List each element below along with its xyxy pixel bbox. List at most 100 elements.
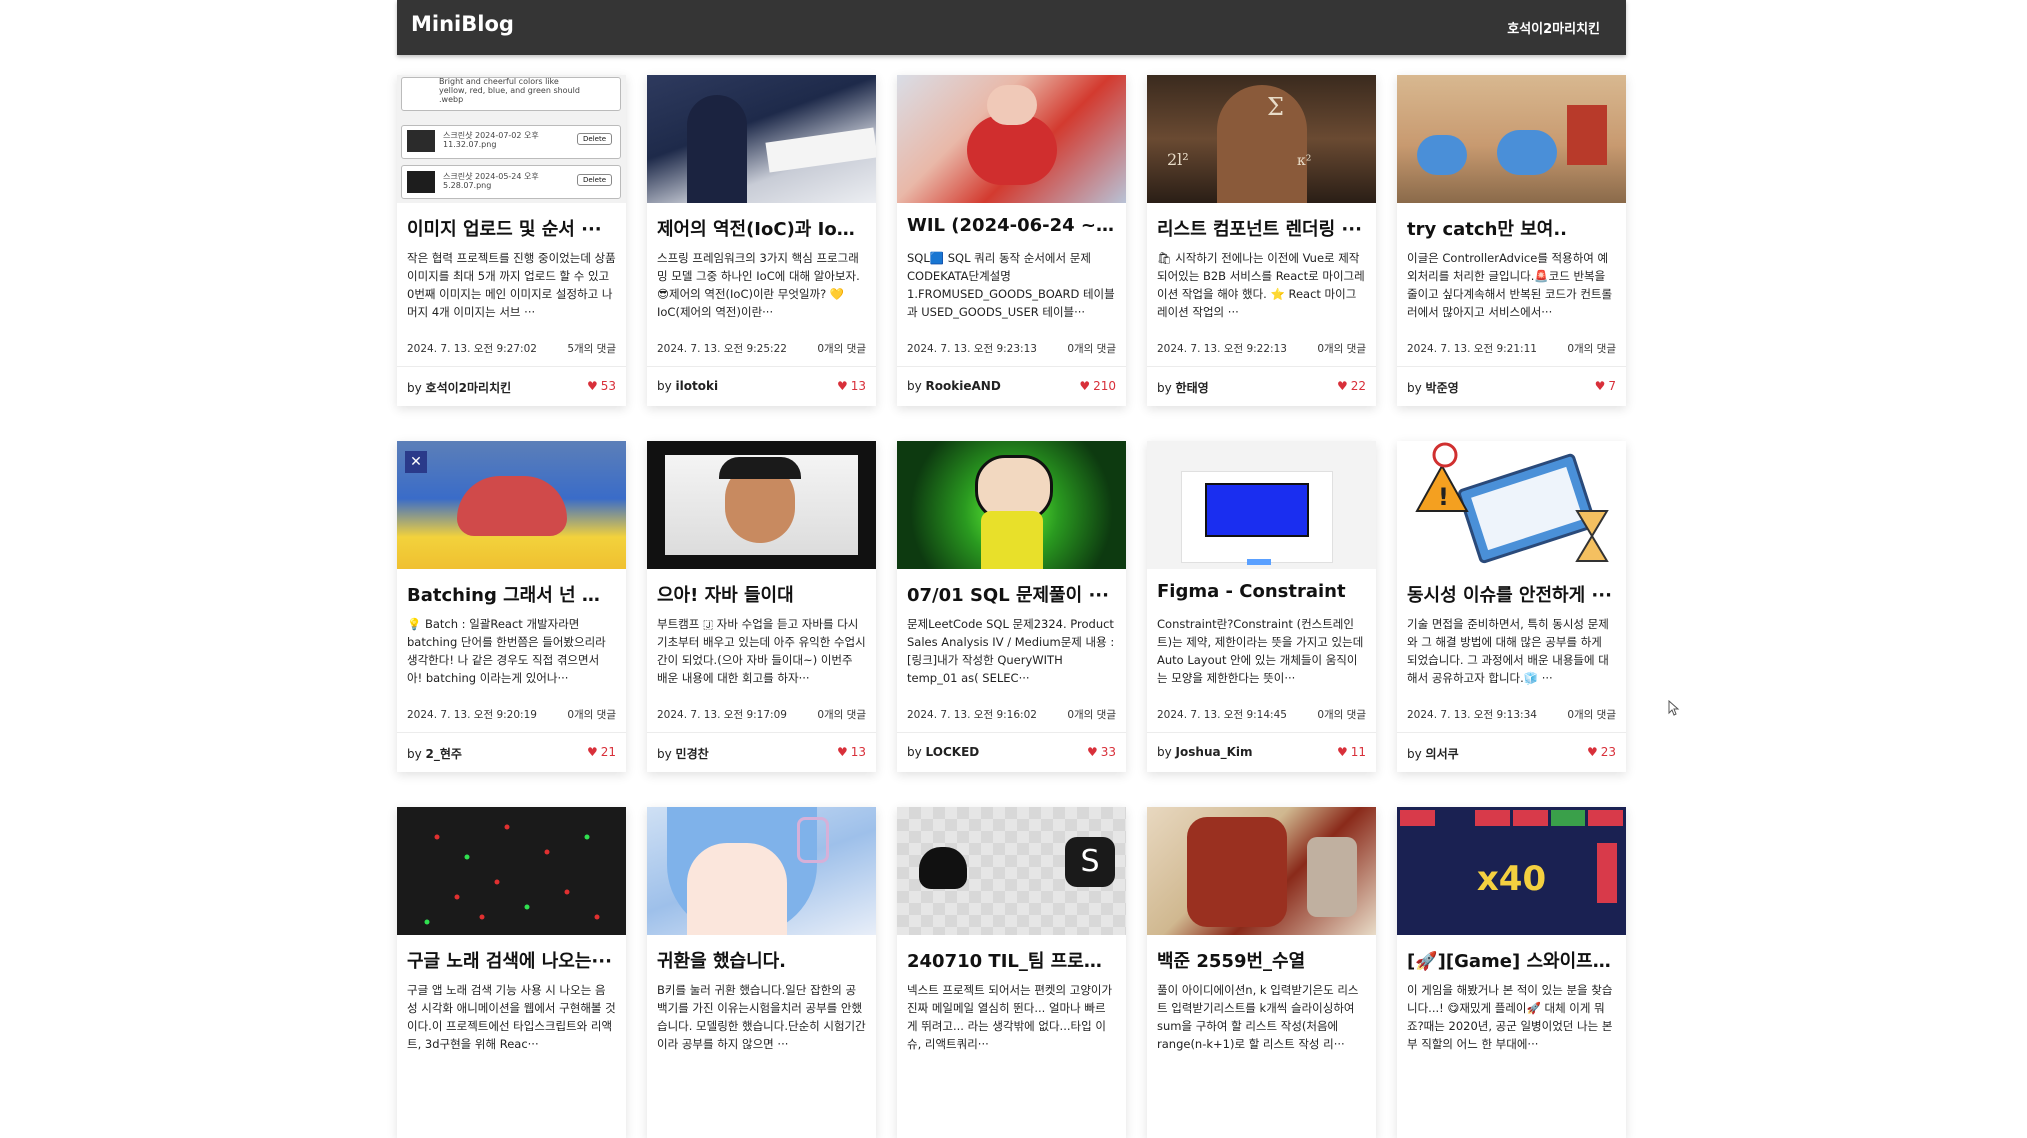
like-count-value: 210: [1093, 379, 1116, 393]
post-meta: 2024. 7. 13. 오전 9:17:09 0개의 댓글: [657, 707, 866, 723]
post-card[interactable]: ! 동시성 이슈를 안전하게 ··· 기술 면접을 준비하면서, 특히 동시성 …: [1397, 441, 1626, 772]
post-card[interactable]: ✕ Batching 그래서 넌 뭔··· 💡 Batch : 일괄React …: [397, 441, 626, 772]
post-author[interactable]: by 한태영: [1157, 379, 1209, 396]
post-footer: by Joshua_Kim ♥ 11: [1147, 732, 1376, 772]
post-author[interactable]: by ilotoki: [657, 379, 718, 393]
brand-logo[interactable]: MiniBlog: [411, 12, 514, 36]
post-author[interactable]: by 호석이2마리치킨: [407, 379, 511, 396]
post-title[interactable]: 제어의 역전(IoC)과 IoC···: [657, 215, 866, 241]
post-card[interactable]: Σ 2l² κ² 리스트 컴포넌트 렌더링 ··· 🛍 시작하기 전에나는 이전…: [1147, 75, 1376, 406]
post-card[interactable]: Figma - Constraint Constraint란?Constrain…: [1147, 441, 1376, 772]
top-navbar: MiniBlog 호석이2마리치킨: [397, 0, 1626, 55]
post-thumbnail: x40: [1397, 807, 1626, 935]
post-excerpt: SQL🟦 SQL 쿼리 동작 순서에서 문제 CODEKATA단계설명 1.FR…: [907, 251, 1115, 319]
post-title[interactable]: [🚀][Game] 스와이프 ···: [1407, 947, 1616, 973]
post-thumbnail: [647, 441, 876, 569]
like-count-value: 23: [1600, 745, 1616, 759]
heart-icon: ♥: [586, 379, 598, 393]
like-count: ♥ 21: [587, 745, 616, 759]
post-title[interactable]: WIL (2024-06-24 ~···: [907, 215, 1116, 236]
user-name-link[interactable]: 호석이2마리치킨: [1507, 18, 1600, 37]
svg-text:κ²: κ²: [1297, 153, 1311, 169]
comment-count: 0개의 댓글: [1567, 343, 1616, 355]
post-date: 2024. 7. 13. 오전 9:20:19: [407, 709, 537, 721]
post-author[interactable]: by Joshua_Kim: [1157, 745, 1253, 759]
comment-count: 0개의 댓글: [1317, 343, 1366, 355]
post-card[interactable]: S 240710 TIL_팀 프로젝··· 넥스트 프로젝트 되어서는 편켓의 …: [897, 807, 1126, 1138]
post-title[interactable]: 07/01 SQL 문제풀이 ···: [907, 581, 1116, 607]
post-card[interactable]: Bright and cheerful colors like yellow, …: [397, 75, 626, 406]
post-card[interactable]: 으아! 자바 들이대 부트캠프 🇯 자바 수업을 듣고 자바를 다시 기초부터 …: [647, 441, 876, 772]
post-card[interactable]: 제어의 역전(IoC)과 IoC··· 스프링 프레임워크의 3가지 핵심 프로…: [647, 75, 876, 406]
heart-icon: ♥: [1594, 379, 1606, 393]
like-count: ♥ 210: [1079, 379, 1116, 393]
post-author[interactable]: by RookieAND: [907, 379, 1001, 393]
post-thumbnail: Bright and cheerful colors like yellow, …: [397, 75, 626, 203]
post-card[interactable]: 귀환을 했습니다. B키를 눌러 귀환 했습니다.일단 잡한의 공백기를 가진 …: [647, 807, 876, 1138]
comment-count: 0개의 댓글: [1067, 343, 1116, 355]
like-count-value: 13: [850, 745, 866, 759]
author-name: 호석이2마리치킨: [425, 381, 512, 395]
post-title[interactable]: 리스트 컴포넌트 렌더링 ···: [1157, 215, 1366, 241]
post-meta: 2024. 7. 13. 오전 9:25:22 0개의 댓글: [657, 341, 866, 357]
post-date: 2024. 7. 13. 오전 9:22:13: [1157, 343, 1287, 355]
post-excerpt: 부트캠프 🇯 자바 수업을 듣고 자바를 다시 기초부터 배우고 있는데 아주 …: [657, 617, 866, 685]
post-meta: 2024. 7. 13. 오전 9:16:02 0개의 댓글: [907, 707, 1116, 723]
post-title[interactable]: 이미지 업로드 및 순서 ···: [407, 215, 616, 241]
post-footer: by ilotoki ♥ 13: [647, 366, 876, 406]
post-title[interactable]: Figma - Constraint: [1157, 581, 1366, 602]
post-title[interactable]: 백준 2559번_수열: [1157, 947, 1366, 973]
post-footer: by 민경찬 ♥ 13: [647, 732, 876, 772]
post-card[interactable]: try catch만 보여.. 이글은 ControllerAdvice를 적용…: [1397, 75, 1626, 406]
post-meta: 2024. 7. 13. 오전 9:14:45 0개의 댓글: [1157, 707, 1366, 723]
post-author[interactable]: by LOCKED: [907, 745, 979, 759]
post-title[interactable]: 으아! 자바 들이대: [657, 581, 866, 607]
comment-count: 5개의 댓글: [567, 343, 616, 355]
author-name: Joshua_Kim: [1175, 745, 1253, 759]
author-name: 한태영: [1175, 381, 1209, 395]
post-excerpt: Constraint란?Constraint (컨스트레인트)는 제약, 제한이…: [1157, 617, 1364, 685]
post-card[interactable]: WIL (2024-06-24 ~··· SQL🟦 SQL 쿼리 동작 순서에서…: [897, 75, 1126, 406]
like-count: ♥ 13: [837, 745, 866, 759]
post-excerpt: 넥스트 프로젝트 되어서는 편켓의 고양이가 진짜 메일메일 열심히 뛴다...…: [907, 983, 1113, 1051]
post-author[interactable]: by 박준영: [1407, 379, 1459, 396]
heart-icon: ♥: [586, 745, 598, 759]
post-footer: by 2_현주 ♥ 21: [397, 732, 626, 772]
author-name: 박준영: [1425, 381, 1459, 395]
post-thumbnail: [1147, 807, 1376, 935]
laptop-warning-illustration: !: [1415, 442, 1609, 564]
post-title[interactable]: Batching 그래서 넌 뭔···: [407, 581, 616, 607]
page: MiniBlog 호석이2마리치킨 Bright and cheerful co…: [397, 0, 1626, 1138]
post-footer: by LOCKED ♥ 33: [897, 732, 1126, 772]
like-count-value: 22: [1350, 379, 1366, 393]
math-formula-overlay: Σ 2l² κ²: [1167, 93, 1311, 169]
post-title[interactable]: 구글 노래 검색에 나오는···: [407, 947, 616, 973]
like-count: ♥ 23: [1587, 745, 1616, 759]
post-author[interactable]: by 의서쿠: [1407, 745, 1459, 762]
comment-count: 0개의 댓글: [817, 709, 866, 721]
post-title[interactable]: 귀환을 했습니다.: [657, 947, 866, 973]
post-excerpt: 🛍 시작하기 전에나는 이전에 Vue로 제작되어있는 B2B 서비스를 Rea…: [1157, 251, 1365, 319]
post-author[interactable]: by 2_현주: [407, 745, 462, 762]
post-card[interactable]: 구글 노래 검색에 나오는··· 구글 앱 노래 검색 기능 사용 시 나오는 …: [397, 807, 626, 1138]
post-date: 2024. 7. 13. 오전 9:17:09: [657, 709, 787, 721]
post-thumbnail: S: [897, 807, 1126, 935]
heart-icon: ♥: [836, 745, 848, 759]
post-title[interactable]: try catch만 보여..: [1407, 215, 1616, 241]
post-thumbnail: Σ 2l² κ²: [1147, 75, 1376, 203]
post-date: 2024. 7. 13. 오전 9:16:02: [907, 709, 1037, 721]
like-count-value: 53: [600, 379, 616, 393]
post-author[interactable]: by 민경찬: [657, 745, 709, 762]
thumb-file-name: 스크린샷 2024-05-24 오후 5.28.07.png: [443, 172, 539, 190]
post-card[interactable]: 07/01 SQL 문제풀이 ··· 문제LeetCode SQL 문제2324…: [897, 441, 1126, 772]
post-card[interactable]: x40 [🚀][Game] 스와이프 ··· 이 게임을 해봤거나 본 적이 있…: [1397, 807, 1626, 1138]
like-count-value: 13: [850, 379, 866, 393]
post-title[interactable]: 동시성 이슈를 안전하게 ···: [1407, 581, 1616, 607]
post-title[interactable]: 240710 TIL_팀 프로젝···: [907, 947, 1116, 973]
post-thumbnail: [1397, 75, 1626, 203]
game-multiplier: x40: [1476, 859, 1547, 899]
comment-count: 0개의 댓글: [1317, 709, 1366, 721]
post-thumbnail: [397, 807, 626, 935]
post-card[interactable]: 백준 2559번_수열 풀이 아이디에이션n, k 입력받기은도 리스트 입력받…: [1147, 807, 1376, 1138]
post-excerpt: 스프링 프레임워크의 3가지 핵심 프로그래밍 모델 그중 하나인 IoC에 대…: [657, 251, 860, 319]
